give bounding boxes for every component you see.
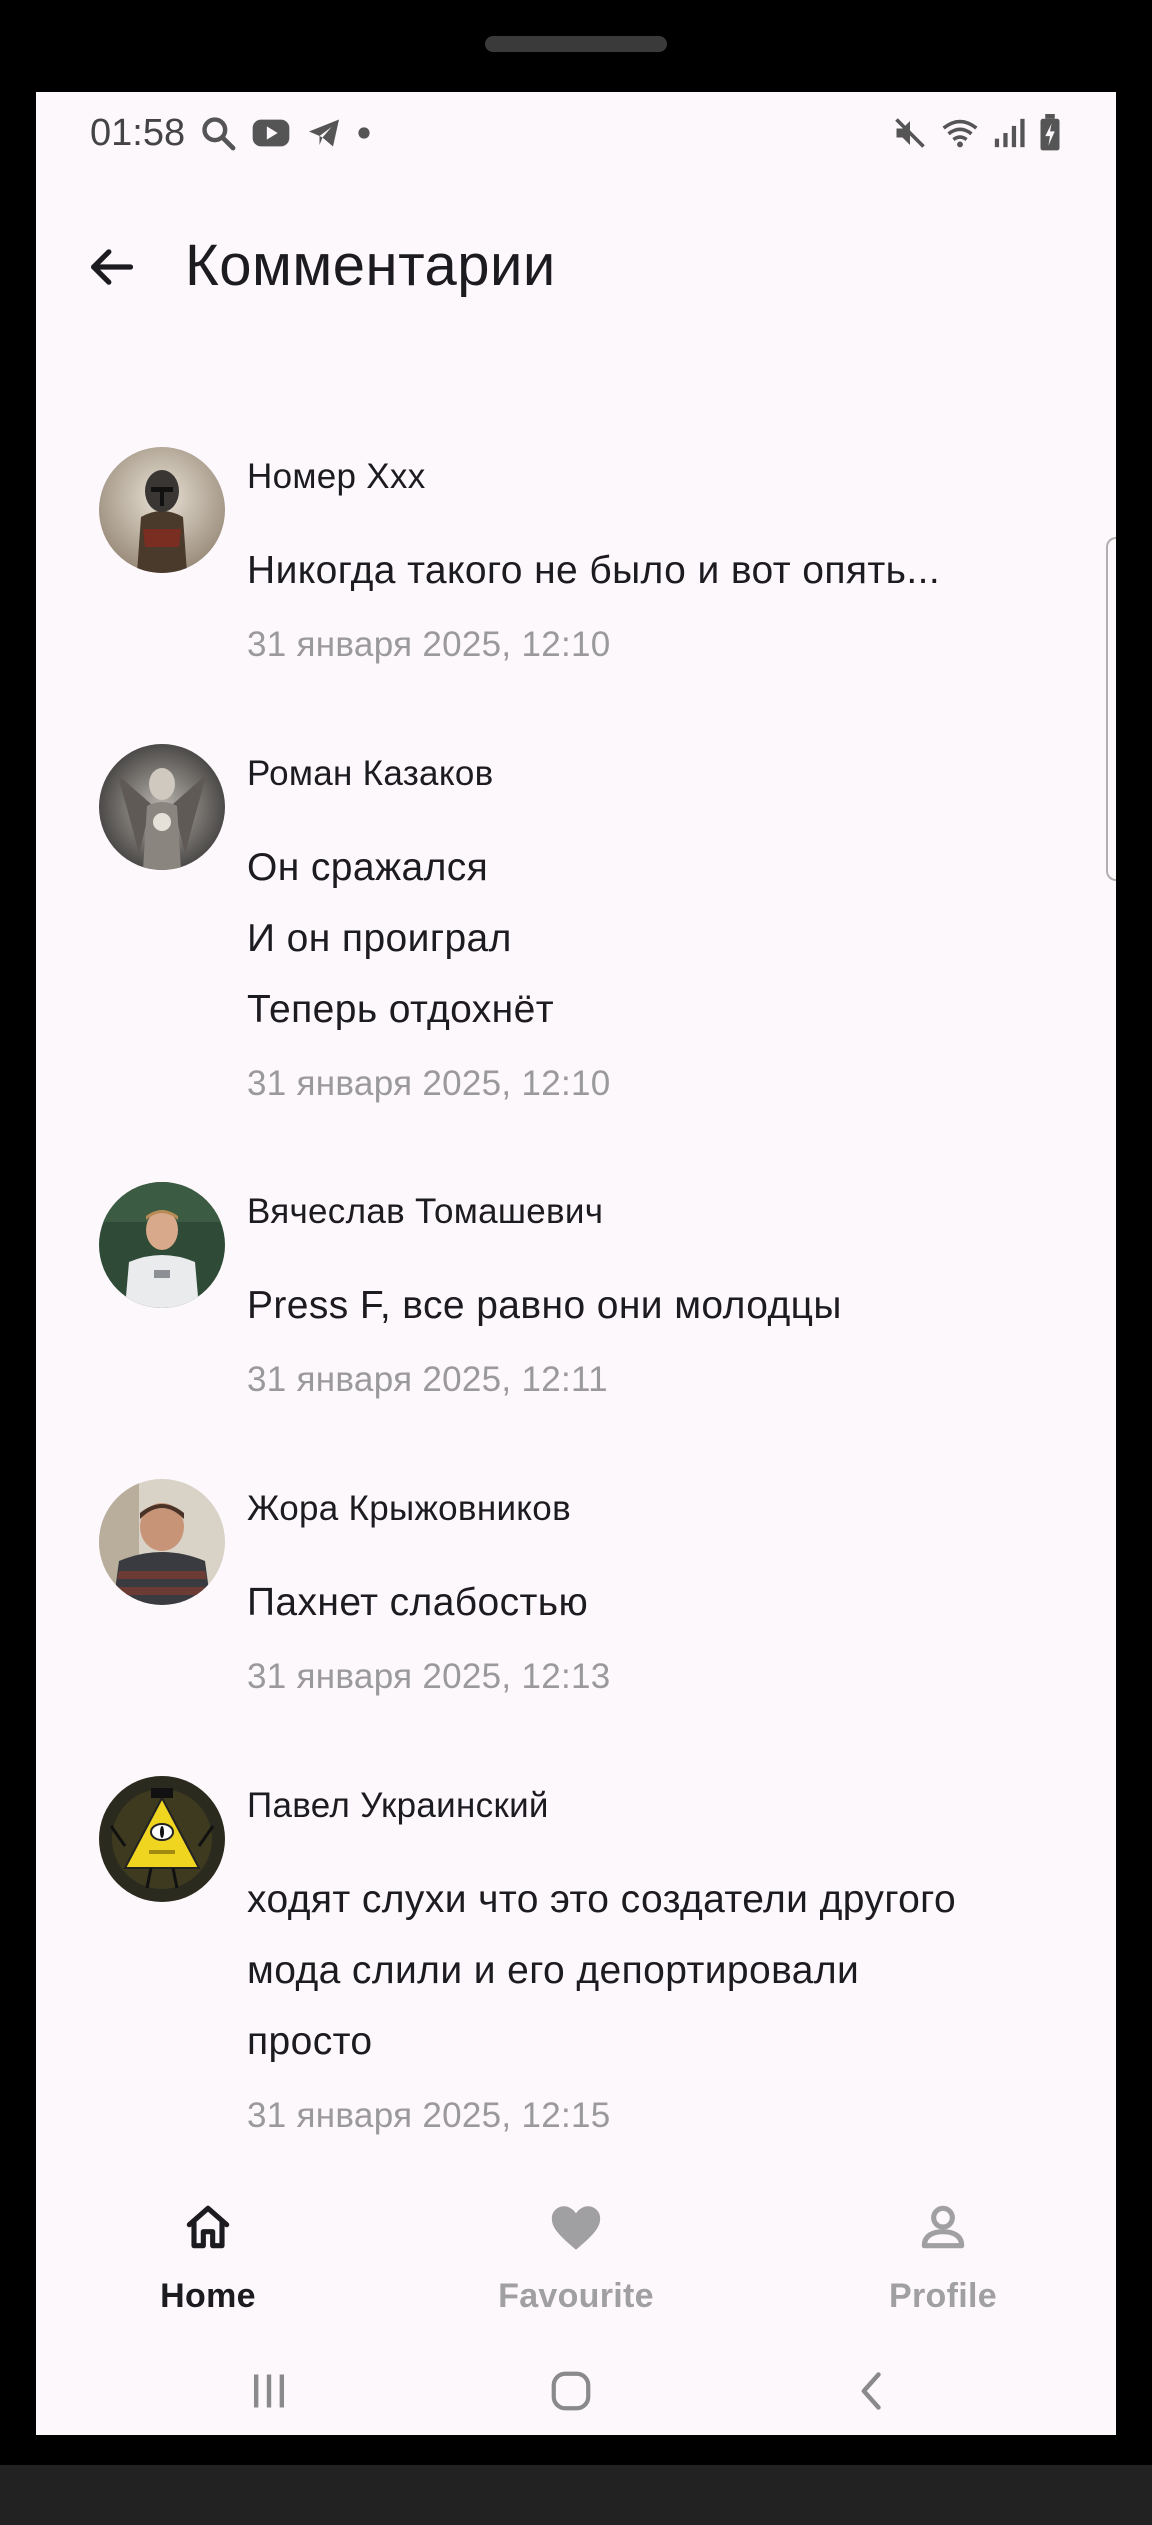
comment-text: Press F, все равно они молодцы — [247, 1270, 1067, 1341]
comment-text-line: Он сражался — [247, 846, 489, 889]
wifi-icon — [942, 119, 978, 148]
back-system-button[interactable] — [823, 2347, 923, 2435]
person-icon — [921, 2205, 965, 2249]
status-notification-icons — [199, 114, 371, 152]
comment-author[interactable]: Вячеслав Томашевич — [247, 1192, 603, 1232]
signal-icon — [994, 118, 1025, 148]
avatar-image — [99, 1182, 225, 1308]
comment-text-line: Никогда такого не было и вот опять... — [247, 549, 941, 592]
avatar-image — [99, 1479, 225, 1605]
nav-label-profile: Profile — [889, 2277, 997, 2315]
comment-text-line: Press F, все равно они молодцы — [247, 1284, 842, 1327]
nav-item-home[interactable]: Home — [58, 2147, 358, 2347]
app-screen: 01:58 Комментарии Номер Ххх Никогда тако… — [36, 92, 1116, 2435]
earpiece-speaker — [485, 36, 667, 52]
recent-apps-button[interactable] — [219, 2347, 319, 2435]
recent-apps-icon — [253, 2374, 285, 2408]
comment-author[interactable]: Номер Ххх — [247, 457, 426, 497]
nav-item-profile[interactable]: Profile — [793, 2147, 1093, 2347]
home-pill-icon — [551, 2371, 591, 2411]
comment-date: 31 января 2025, 12:10 — [247, 625, 611, 664]
nav-label-home: Home — [160, 2277, 256, 2315]
chevron-left-icon — [861, 2372, 881, 2410]
system-navigation-bar — [36, 2347, 1116, 2435]
comment-author[interactable]: Роман Казаков — [247, 754, 494, 794]
phone-frame: 01:58 Комментарии Номер Ххх Никогда тако… — [0, 0, 1152, 2525]
avatar-image — [99, 447, 225, 573]
status-system-icons — [892, 114, 1062, 152]
comment-text-line: просто — [247, 2020, 373, 2063]
scroll-edge-handle[interactable] — [1106, 537, 1116, 881]
comment-date: 31 января 2025, 12:11 — [247, 1360, 608, 1399]
status-bar: 01:58 — [36, 92, 1116, 182]
avatar-image — [99, 744, 225, 870]
avatar[interactable] — [99, 1479, 225, 1605]
avatar[interactable] — [99, 744, 225, 870]
comment-text-line: Пахнет слабостью — [247, 1581, 589, 1624]
youtube-icon — [252, 119, 290, 147]
home-system-button[interactable] — [521, 2347, 621, 2435]
comment-text-line: ходят слухи что это создатели другого — [247, 1878, 957, 1921]
more-notifications-dot-icon — [358, 127, 370, 139]
bottom-bezel — [0, 2465, 1152, 2525]
nav-label-favourite: Favourite — [498, 2277, 654, 2315]
top-app-bar: Комментарии — [36, 212, 1116, 312]
home-icon — [186, 2205, 230, 2249]
arrow-back-icon — [91, 249, 134, 285]
avatar[interactable] — [99, 1776, 225, 1902]
status-time: 01:58 — [90, 112, 186, 154]
comment-date: 31 января 2025, 12:13 — [247, 1657, 611, 1696]
bottom-navigation-bar: Home Favourite Profile — [36, 2147, 1116, 2347]
mute-icon — [895, 118, 925, 148]
avatar[interactable] — [99, 1182, 225, 1308]
heart-icon — [551, 2206, 601, 2250]
comment-text: ходят слухи что это создатели другого мо… — [247, 1864, 1067, 2077]
comment-text-line: И он проиграл — [247, 917, 512, 960]
comment-text: Он сражался И он проиграл Теперь отдохнё… — [247, 832, 1067, 1045]
back-button[interactable] — [76, 232, 146, 302]
comment-author[interactable]: Жора Крыжовников — [247, 1489, 571, 1529]
comment-text-line: Теперь отдохнёт — [247, 988, 554, 1031]
comment-text-line: мода слили и его депортировали — [247, 1949, 860, 1992]
battery-charging-icon — [1040, 114, 1060, 151]
comment-text: Пахнет слабостью — [247, 1567, 1067, 1638]
comment-text: Никогда такого не было и вот опять... — [247, 535, 1067, 606]
page-title: Комментарии — [185, 233, 556, 298]
telegram-icon — [309, 119, 339, 147]
comment-author[interactable]: Павел Украинский — [247, 1786, 549, 1826]
nav-item-favourite[interactable]: Favourite — [426, 2147, 726, 2347]
avatar[interactable] — [99, 447, 225, 573]
comment-date: 31 января 2025, 12:15 — [247, 2096, 611, 2135]
search-icon — [202, 117, 236, 151]
comment-date: 31 января 2025, 12:10 — [247, 1064, 611, 1103]
avatar-image — [99, 1776, 225, 1902]
